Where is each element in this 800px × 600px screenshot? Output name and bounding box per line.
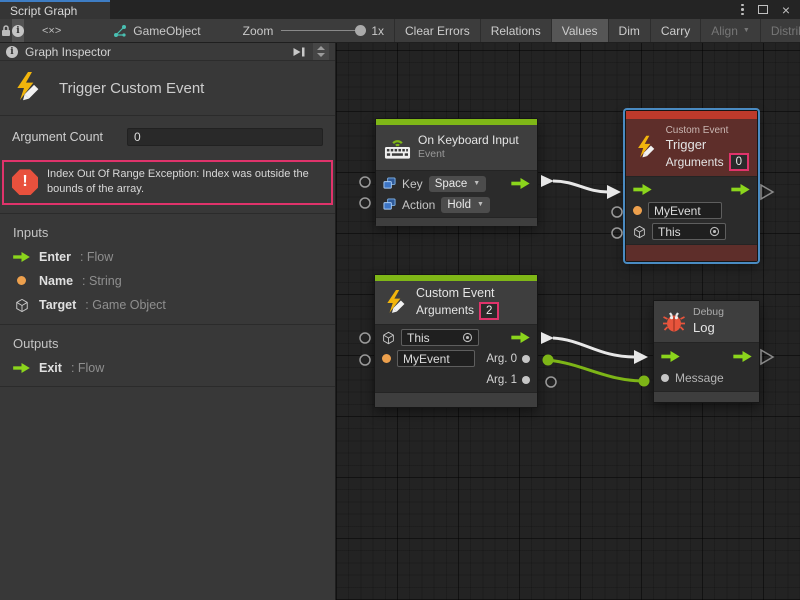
clear-errors-button[interactable]: Clear Errors [395,19,481,43]
io-item-name: Name : String [0,269,335,293]
error-message-box: ! Index Out Of Range Exception: Index wa… [2,160,333,205]
io-item-exit: Exit : Flow [0,356,335,380]
graph-canvas[interactable]: On Keyboard Input Event Key Space▼ [336,43,800,600]
io-item-target: Target : Game Object [0,293,335,318]
close-icon[interactable]: × [782,3,790,17]
wire-source-triangle[interactable] [541,175,554,187]
dock-panel-icon[interactable] [292,46,307,58]
error-icon: ! [12,169,38,195]
unit-title-block: Trigger Custom Event [0,61,335,116]
port-action-input[interactable] [360,198,370,208]
wire-endpoint-dot[interactable] [543,355,554,366]
graph-toolbar: i <×> GameObject Zoom 1x Clear Errors Re… [0,19,800,43]
argument-count-input[interactable]: 0 [127,128,323,146]
window-tab-bar: Script Graph × [0,0,800,19]
port-debug-flow-output[interactable] [761,350,773,364]
argument-count-label: Argument Count [12,130,127,144]
window-controls: × [741,0,800,19]
argument-count-row: Argument Count 0 [0,116,335,154]
wire-arrowhead [634,350,648,364]
info-icon: i [6,46,18,58]
flow-arrow-icon [13,363,30,373]
scroll-spinner[interactable] [313,43,329,60]
wire-customevent-to-debug[interactable] [553,338,635,357]
port-arg1-output[interactable] [546,377,556,387]
string-dot-icon [13,276,30,285]
port-key-input[interactable] [360,177,370,187]
toolbar-buttons: Clear Errors Relations Values Dim Carry … [394,19,800,43]
lock-icon [0,24,12,38]
error-message-text: Index Out Of Range Exception: Index was … [47,167,323,198]
port-trigger-flow-output[interactable] [761,185,773,199]
zoom-value: 1x [371,24,384,38]
inspector-toggle-button[interactable]: i [12,19,24,43]
wire-keyboard-to-trigger[interactable] [553,181,608,192]
io-item-enter: Enter : Flow [0,245,335,269]
graph-inspector-panel: i Graph Inspector Trigger Custom Event A… [0,43,336,600]
wire-arg0-to-message[interactable] [548,360,644,381]
carry-button[interactable]: Carry [651,19,701,43]
wire-source-triangle[interactable] [541,332,554,344]
inspector-unit-title: Trigger Custom Event [59,80,204,97]
inspector-header-title: Graph Inspector [25,45,111,59]
outputs-section-header: Outputs [0,325,335,356]
inputs-section-header: Inputs [0,214,335,245]
info-icon: i [12,25,24,37]
relations-button[interactable]: Relations [481,19,552,43]
distribute-button[interactable]: Distribute▼ [761,19,800,43]
port-customevent-name-input[interactable] [360,355,370,365]
tab-label: Script Graph [10,4,77,18]
values-button[interactable]: Values [552,19,609,43]
port-customevent-target-input[interactable] [360,333,370,343]
inspector-header: i Graph Inspector [0,43,335,61]
wires-overlay [336,43,800,600]
zoom-slider-thumb[interactable] [355,25,366,36]
gameobject-label: GameObject [133,24,200,38]
custom-event-icon [12,72,44,104]
wire-endpoint-dot[interactable] [639,376,650,387]
flow-arrow-icon [13,252,30,262]
zoom-slider[interactable] [281,30,363,31]
window-menu-icon[interactable] [741,4,744,16]
gameobject-reference[interactable]: GameObject [113,24,200,38]
edit-source-button[interactable]: <×> [42,19,61,43]
port-trigger-name-input[interactable] [612,207,622,217]
gameobject-icon [113,24,127,38]
zoom-label: Zoom [243,24,274,38]
port-trigger-target-input[interactable] [612,228,622,238]
lock-button[interactable] [0,19,12,43]
align-button[interactable]: Align▼ [701,19,761,43]
zoom-control: Zoom 1x [243,24,384,38]
dim-button[interactable]: Dim [609,19,651,43]
wire-arrowhead [607,185,621,199]
code-icon: <×> [42,25,61,37]
chevron-down-icon: ▼ [743,27,750,34]
tab-script-graph[interactable]: Script Graph [0,0,110,19]
maximize-icon[interactable] [758,5,768,14]
cube-icon [13,298,30,313]
section-divider [0,386,335,387]
